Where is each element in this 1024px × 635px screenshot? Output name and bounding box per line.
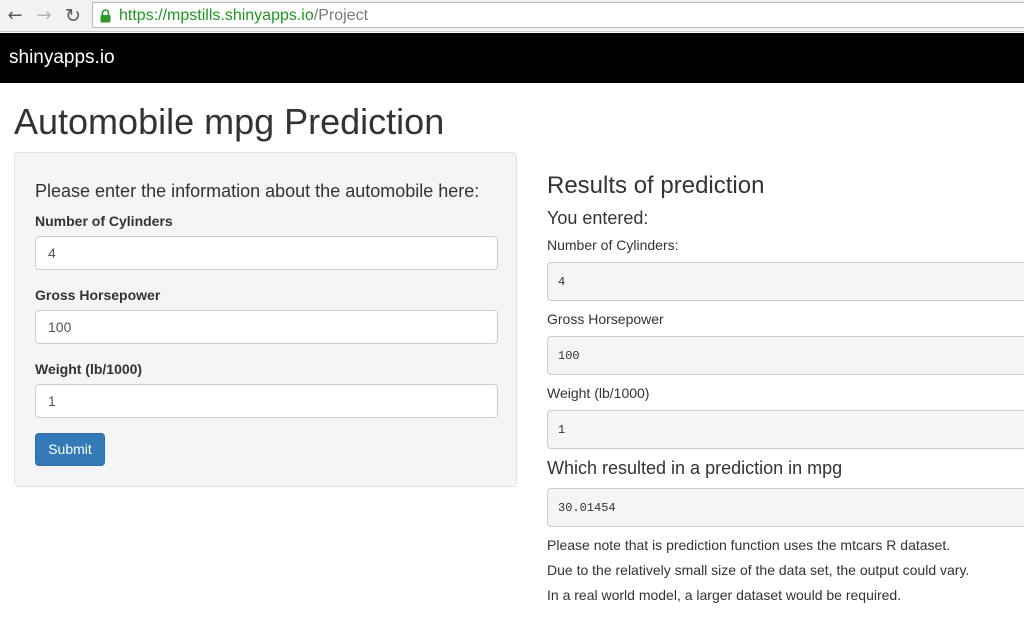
weight-input[interactable] — [35, 384, 498, 418]
back-arrow-icon[interactable]: ← — [4, 5, 26, 27]
app-navbar: shinyapps.io — [0, 33, 1024, 83]
note-text: In a real world model, a larger dataset … — [547, 587, 902, 603]
input-panel-heading: Please enter the information about the a… — [35, 181, 480, 201]
result-weight-output: 1 — [547, 410, 1024, 449]
results-heading: Results of prediction — [547, 172, 765, 199]
result-horsepower-output: 100 — [547, 336, 1024, 375]
browser-toolbar: ← → ↻ https://mpstills.shinyapps.io/Proj… — [0, 0, 1024, 32]
url-text: https://mpstills.shinyapps.io/Project — [119, 6, 368, 26]
page-title: Automobile mpg Prediction — [14, 101, 445, 142]
forward-arrow-icon[interactable]: → — [33, 5, 55, 27]
address-bar[interactable]: https://mpstills.shinyapps.io/Project — [92, 2, 1024, 28]
result-weight-label: Weight (lb/1000) — [547, 385, 650, 401]
reload-icon[interactable]: ↻ — [62, 5, 84, 27]
note-text: Please note that is prediction function … — [547, 537, 951, 553]
url-host: mpstills.shinyapps.io — [167, 7, 314, 24]
note-text: Due to the relatively small size of the … — [547, 562, 970, 578]
url-path: /Project — [313, 7, 369, 24]
result-horsepower-label: Gross Horsepower — [547, 311, 664, 327]
cylinders-label: Number of Cylinders — [35, 213, 173, 229]
prediction-heading: Which resulted in a prediction in mpg — [547, 458, 843, 478]
lock-icon — [100, 9, 111, 23]
horsepower-label: Gross Horsepower — [35, 287, 161, 303]
result-cylinders-output: 4 — [547, 262, 1024, 301]
cylinders-input[interactable] — [35, 236, 498, 270]
horsepower-input[interactable] — [35, 310, 498, 344]
you-entered-heading: You entered: — [547, 208, 649, 228]
result-cylinders-label: Number of Cylinders: — [547, 237, 679, 253]
weight-label: Weight (lb/1000) — [35, 361, 143, 377]
submit-button[interactable]: Submit — [35, 433, 105, 466]
navbar-brand[interactable]: shinyapps.io — [9, 47, 115, 69]
prediction-output: 30.01454 — [547, 488, 1024, 527]
input-panel: Please enter the information about the a… — [14, 152, 517, 487]
url-scheme: https:// — [119, 7, 168, 24]
